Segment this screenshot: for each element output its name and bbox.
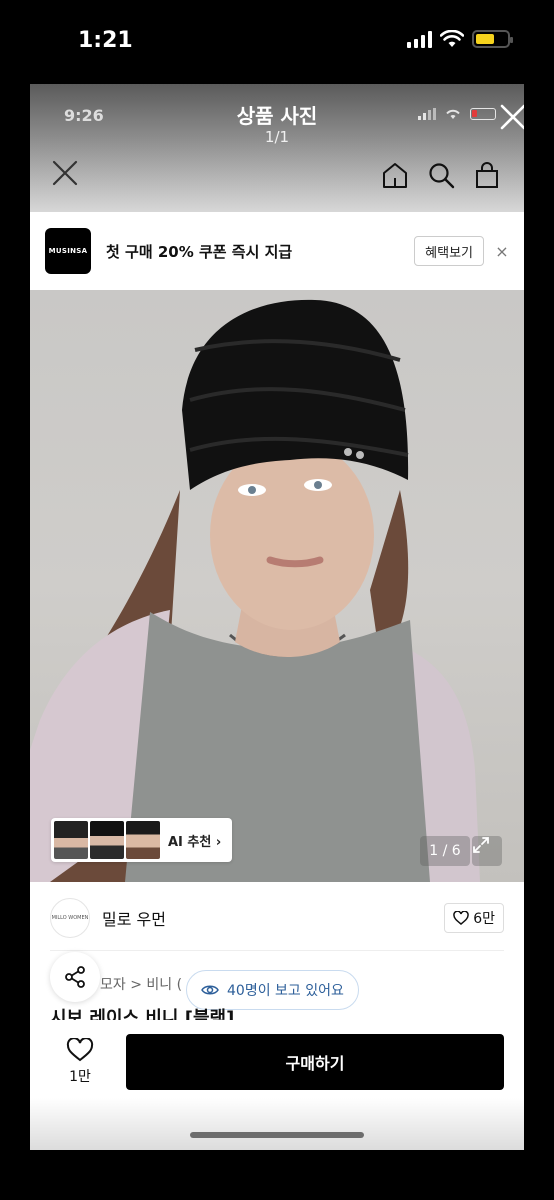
viewer-title: 상품 사진 (236, 104, 318, 128)
promo-text: 첫 구매 20% 쿠폰 즉시 지급 (106, 242, 293, 261)
heart-icon (453, 911, 469, 925)
banner-close-icon[interactable]: × (484, 242, 520, 261)
status-time: 1:21 (78, 28, 133, 53)
wifi-icon (440, 30, 464, 47)
product-photo[interactable]: AI 추천 › 1 / 6 (30, 290, 524, 882)
close-icon[interactable] (496, 100, 524, 134)
divider (50, 950, 504, 951)
ai-thumbnail (54, 821, 88, 859)
ai-recommend-chip[interactable]: AI 추천 › (51, 818, 233, 862)
ai-recommend-label: AI 추천 › (168, 834, 222, 850)
eye-icon (201, 985, 219, 995)
home-indicator (190, 1132, 364, 1138)
photo-page-indicator: 1 / 6 (420, 836, 470, 866)
outer-status-bar: 1:21 (0, 0, 554, 84)
photo-viewer: 9:26 상품 사진 1/1 MUSINSA 첫 구매 20% 쿠폰 즉시 지급… (30, 84, 524, 1150)
brand-like-count: 6만 (473, 911, 495, 927)
heart-icon (66, 1037, 94, 1062)
expand-icon[interactable] (472, 836, 502, 866)
viewers-text: 40명이 보고 있어요 (227, 983, 344, 999)
brand-like-button[interactable]: 6만 (444, 903, 504, 933)
wishlist-count: 1만 (69, 1069, 91, 1085)
wishlist-button[interactable]: 1만 (64, 1037, 96, 1086)
musinsa-logo: MUSINSA (45, 228, 91, 274)
search-icon[interactable] (426, 160, 456, 190)
chevron-right-icon: › (215, 834, 222, 850)
brand-row[interactable]: MILLO WOMEN 밀로 우먼 6만 (50, 898, 504, 938)
breadcrumb[interactable]: 모자 > 비니 ( (100, 974, 182, 994)
buy-button[interactable]: 구매하기 (126, 1034, 504, 1090)
model-illustration (30, 299, 480, 882)
ai-thumbnail (126, 821, 160, 859)
battery-icon (472, 30, 513, 48)
status-icons (407, 30, 513, 48)
product-info: MILLO WOMEN 밀로 우먼 6만 모자 > 비니 (40명이 보고 있… (30, 882, 524, 1150)
viewer-header: 9:26 상품 사진 1/1 (30, 84, 524, 212)
promo-banner[interactable]: MUSINSA 첫 구매 20% 쿠폰 즉시 지급 혜택보기 × (30, 212, 524, 290)
signal-icon (407, 30, 432, 48)
share-icon (65, 966, 85, 988)
cart-icon[interactable] (472, 160, 502, 190)
back-close-icon[interactable] (50, 158, 80, 188)
benefit-button[interactable]: 혜택보기 (414, 236, 484, 266)
home-icon[interactable] (380, 160, 410, 190)
viewer-counter: 1/1 (264, 128, 290, 146)
brand-logo: MILLO WOMEN (50, 898, 90, 938)
ai-thumbnail (90, 821, 124, 859)
share-button[interactable] (50, 952, 100, 1002)
app-nav-bar (30, 152, 524, 204)
brand-name[interactable]: 밀로 우먼 (102, 906, 444, 930)
purchase-bar: 1만 구매하기 (30, 1020, 524, 1150)
